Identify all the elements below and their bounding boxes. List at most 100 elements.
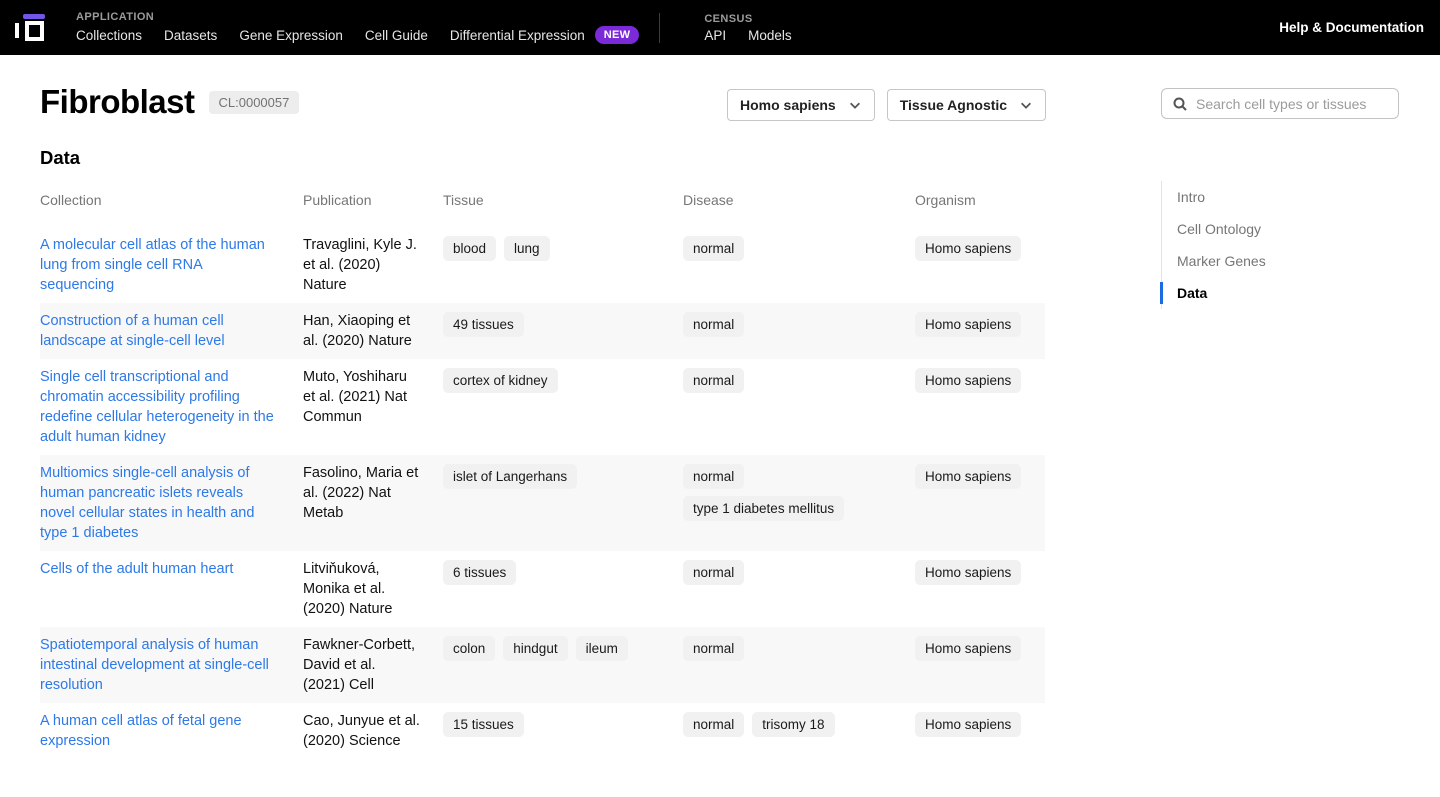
- search-input[interactable]: [1196, 96, 1388, 112]
- tissue-chips: islet of Langerhans: [443, 464, 660, 489]
- tissue-chips: blood lung: [443, 236, 660, 261]
- chip: Homo sapiens: [915, 560, 1021, 585]
- publication-cell: Litviňuková, Monika et al. (2020) Nature: [303, 559, 443, 619]
- chevron-down-icon: [848, 98, 862, 112]
- collection-link[interactable]: A human cell atlas of fetal gene express…: [40, 713, 242, 749]
- organism-chips: Homo sapiens: [915, 560, 1022, 585]
- chip: 15 tissues: [443, 712, 524, 737]
- tissue-chips: 6 tissues: [443, 560, 660, 585]
- collection-link[interactable]: Multiomics single-cell analysis of human…: [40, 465, 254, 541]
- toc-item-marker-genes[interactable]: Marker Genes: [1162, 245, 1282, 277]
- nav-link-differential-expression[interactable]: Differential Expression: [450, 28, 585, 43]
- publication-cell: Fawkner-Corbett, David et al. (2021) Cel…: [303, 635, 443, 695]
- organism-chips: Homo sapiens: [915, 312, 1022, 337]
- chip: Homo sapiens: [915, 368, 1021, 393]
- ontology-id-tag: CL:0000057: [209, 91, 300, 114]
- application-nav-group: APPLICATION Collections Datasets Gene Expr…: [76, 11, 639, 44]
- collection-link[interactable]: Spatiotemporal analysis of human intesti…: [40, 637, 269, 693]
- tissue-chips: 15 tissues: [443, 712, 660, 737]
- census-links: API Models: [704, 28, 791, 43]
- chip: normal: [683, 560, 744, 585]
- nav-divider: [659, 13, 660, 43]
- disease-chips: normal trisomy 18: [683, 712, 888, 737]
- chip: normal: [683, 712, 744, 737]
- disease-chips: normal: [683, 312, 888, 337]
- chip: normal: [683, 636, 744, 661]
- table-body: A molecular cell atlas of the human lung…: [40, 227, 1045, 759]
- chip: hindgut: [503, 636, 567, 661]
- application-links: Collections Datasets Gene Expression Cell G…: [76, 26, 639, 44]
- nav-link-api[interactable]: API: [704, 28, 726, 43]
- census-label: CENSUS: [704, 13, 791, 25]
- chip: trisomy 18: [752, 712, 834, 737]
- chip: colon: [443, 636, 495, 661]
- organism-chips: Homo sapiens: [915, 368, 1022, 393]
- column-header-publication: Publication: [303, 190, 443, 227]
- collection-link[interactable]: Construction of a human cell landscape a…: [40, 313, 225, 349]
- nav-link-models[interactable]: Models: [748, 28, 792, 43]
- disease-chips: normal: [683, 236, 888, 261]
- organism-chips: Homo sapiens: [915, 712, 1022, 737]
- collection-link[interactable]: Single cell transcriptional and chromati…: [40, 369, 274, 445]
- species-dropdown[interactable]: Homo sapiens: [727, 89, 875, 121]
- table-row: Cells of the adult human heart Litviňuko…: [40, 551, 1045, 627]
- publication-cell: Han, Xiaoping et al. (2020) Nature: [303, 311, 443, 351]
- census-nav-group: CENSUS API Models: [704, 13, 791, 43]
- table-row: Construction of a human cell landscape a…: [40, 303, 1045, 359]
- chip: islet of Langerhans: [443, 464, 577, 489]
- page-title: Fibroblast: [40, 83, 195, 121]
- column-header-disease: Disease: [683, 190, 915, 227]
- nav-link-datasets[interactable]: Datasets: [164, 28, 217, 43]
- cellxgene-logo[interactable]: [12, 8, 50, 48]
- chip: ileum: [576, 636, 628, 661]
- chevron-down-icon: [1019, 98, 1033, 112]
- search-box: [1161, 88, 1399, 119]
- tissue-dropdown[interactable]: Tissue Agnostic: [887, 89, 1046, 121]
- chip: blood: [443, 236, 496, 261]
- chip: normal: [683, 236, 744, 261]
- column-header-tissue: Tissue: [443, 190, 683, 227]
- application-label: APPLICATION: [76, 11, 639, 23]
- tissue-chips: 49 tissues: [443, 312, 660, 337]
- logo-purple-bar: [23, 14, 45, 19]
- nav-link-collections[interactable]: Collections: [76, 28, 142, 43]
- publication-cell: Fasolino, Maria et al. (2022) Nat Metab: [303, 463, 443, 543]
- species-dropdown-value: Homo sapiens: [740, 97, 836, 113]
- disease-chips: normal: [683, 368, 888, 393]
- disease-chips: normal: [683, 636, 888, 661]
- tissue-dropdown-value: Tissue Agnostic: [900, 97, 1007, 113]
- page-header: Fibroblast CL:0000057: [40, 83, 299, 121]
- chip: normal: [683, 368, 744, 393]
- chip: lung: [504, 236, 550, 261]
- chip: Homo sapiens: [915, 236, 1021, 261]
- organism-chips: Homo sapiens: [915, 636, 1022, 661]
- search-icon: [1172, 96, 1188, 112]
- chip: Homo sapiens: [915, 312, 1021, 337]
- nav-link-gene-expression[interactable]: Gene Expression: [239, 28, 343, 43]
- nav-link-cell-guide[interactable]: Cell Guide: [365, 28, 428, 43]
- toc-item-cell-ontology[interactable]: Cell Ontology: [1162, 213, 1282, 245]
- collection-link[interactable]: A molecular cell atlas of the human lung…: [40, 237, 265, 293]
- table-row: Multiomics single-cell analysis of human…: [40, 455, 1045, 551]
- main-content: Fibroblast CL:0000057 Homo sapiens Tissu…: [0, 55, 1440, 797]
- chip: 49 tissues: [443, 312, 524, 337]
- top-nav: APPLICATION Collections Datasets Gene Expr…: [0, 0, 1440, 55]
- toc-item-data[interactable]: Data: [1162, 277, 1282, 309]
- chip: normal: [683, 312, 744, 337]
- publication-cell: Muto, Yoshiharu et al. (2021) Nat Commun: [303, 367, 443, 447]
- data-table: CollectionPublicationTissueDiseaseOrgani…: [40, 190, 1045, 759]
- tissue-chips: colon hindgut ileum: [443, 636, 660, 661]
- organism-chips: Homo sapiens: [915, 464, 1022, 489]
- table-row: Single cell transcriptional and chromati…: [40, 359, 1045, 455]
- table-row: A human cell atlas of fetal gene express…: [40, 703, 1045, 759]
- new-badge: NEW: [595, 26, 640, 44]
- logo-side-bar: [15, 23, 19, 38]
- data-section-title: Data: [40, 147, 80, 169]
- disease-chips: normal: [683, 560, 888, 585]
- toc-item-intro[interactable]: Intro: [1162, 181, 1282, 213]
- collection-link[interactable]: Cells of the adult human heart: [40, 561, 233, 577]
- help-documentation-link[interactable]: Help & Documentation: [1279, 20, 1424, 35]
- table-of-contents: IntroCell OntologyMarker GenesData: [1161, 181, 1282, 309]
- table-row: Spatiotemporal analysis of human intesti…: [40, 627, 1045, 703]
- chip: normal: [683, 464, 744, 489]
